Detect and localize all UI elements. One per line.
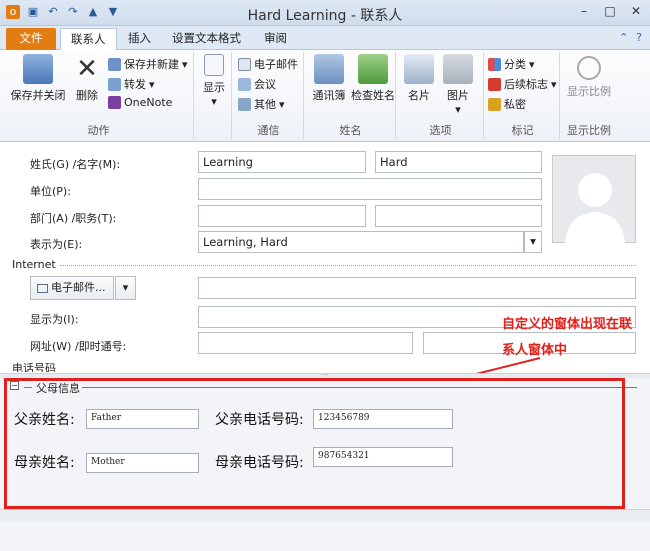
horizontal-scrollbar[interactable] bbox=[0, 509, 650, 521]
annotation-highlight-box bbox=[4, 378, 625, 509]
